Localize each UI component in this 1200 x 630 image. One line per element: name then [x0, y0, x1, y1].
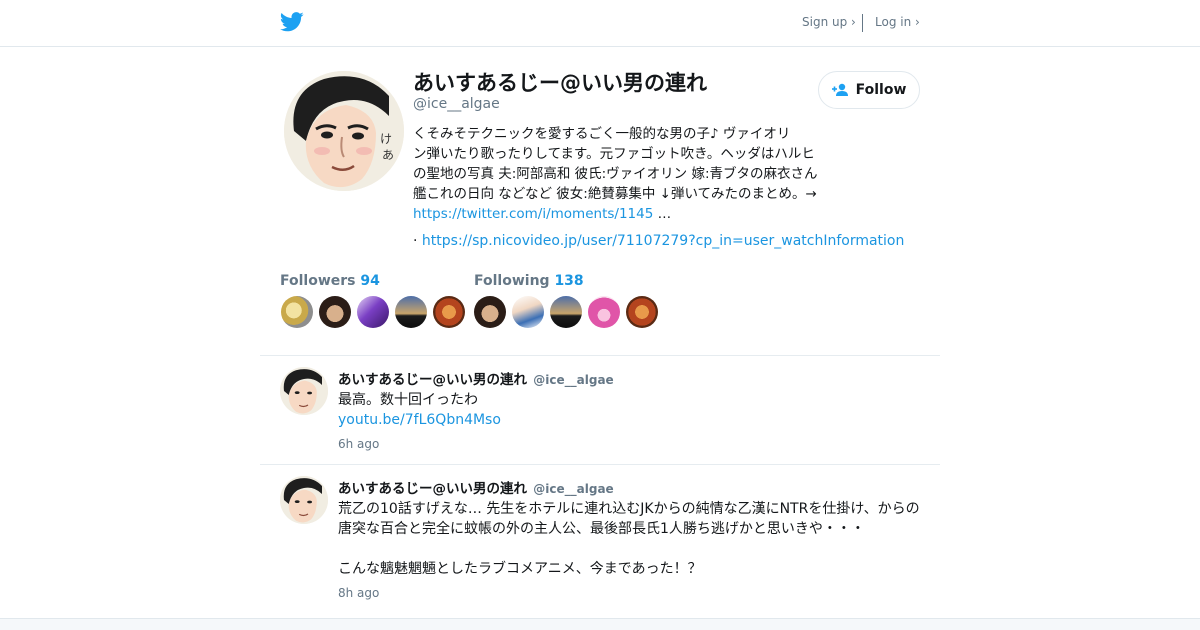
- tweet-timestamp[interactable]: 6h ago: [338, 437, 379, 451]
- bio-line: くそみそテクニックを愛するごく一般的な男の子♪ ヴァイオリ: [413, 126, 791, 142]
- profile-avatar[interactable]: け あ: [284, 71, 404, 191]
- add-user-icon: [831, 83, 848, 96]
- follower-avatar[interactable]: [433, 296, 465, 328]
- profile-url-bullet: ·: [413, 233, 422, 249]
- signup-link[interactable]: Sign up ›: [802, 15, 856, 29]
- profile-screen-name: @ice__algae: [413, 96, 500, 112]
- tweet-text: 最高。数十回イったわ youtu.be/7fL6Qbn4Mso: [338, 390, 928, 430]
- top-bar: Sign up › Log in ›: [0, 0, 1200, 47]
- tweet-author-handle[interactable]: @ice__algae: [533, 482, 613, 496]
- bio-line: 艦これの日向 などなど 彼女:絶賛募集中 ↓弾いてみたのまとめ。→: [413, 186, 817, 202]
- followers-label: Followers: [280, 273, 356, 289]
- following-avatar[interactable]: [474, 296, 506, 328]
- svg-text:あ: あ: [382, 148, 394, 162]
- follower-avatar[interactable]: [395, 296, 427, 328]
- following-number: 138: [554, 273, 584, 289]
- follower-avatar[interactable]: [281, 296, 313, 328]
- profile-url-link[interactable]: https://sp.nicovideo.jp/user/71107279?cp…: [422, 233, 904, 249]
- tweet-avatar[interactable]: [280, 476, 328, 524]
- tweet-link[interactable]: youtu.be/7fL6Qbn4Mso: [338, 410, 928, 430]
- following-avatar[interactable]: [512, 296, 544, 328]
- login-link[interactable]: Log in ›: [875, 15, 920, 29]
- following-avatar[interactable]: [588, 296, 620, 328]
- tweet-body: 最高。数十回イったわ: [338, 392, 478, 408]
- following-label: Following: [474, 273, 550, 289]
- profile-bio: くそみそテクニックを愛するごく一般的な男の子♪ ヴァイオリ ン弾いたり歌ったりし…: [413, 124, 843, 224]
- header-separator: [862, 14, 863, 32]
- tweet-header: あいすあるじー@いい男の連れ @ice__algae: [338, 477, 614, 497]
- followers-count[interactable]: Followers 94: [280, 273, 380, 289]
- tweet-divider: [260, 355, 940, 356]
- tweet-author-name[interactable]: あいすあるじー@いい男の連れ: [338, 481, 527, 497]
- bottom-bar: [0, 618, 1200, 630]
- tweet-body-line: 唐突な百合と完全に蚊帳の外の主人公、最後部長氏1人勝ち逃げかと思いきや・・・: [338, 521, 865, 537]
- tweet-author-name[interactable]: あいすあるじー@いい男の連れ: [338, 372, 527, 388]
- tweet-avatar[interactable]: [280, 367, 328, 415]
- follower-avatar[interactable]: [319, 296, 351, 328]
- profile-url-row: · https://sp.nicovideo.jp/user/71107279?…: [413, 233, 904, 249]
- follow-button-label: Follow: [855, 82, 907, 98]
- following-avatars: [474, 296, 658, 328]
- tweet-author-handle[interactable]: @ice__algae: [533, 373, 613, 387]
- following-avatar[interactable]: [626, 296, 658, 328]
- svg-text:け: け: [380, 132, 392, 146]
- tweet-header: あいすあるじー@いい男の連れ @ice__algae: [338, 368, 614, 388]
- follow-button[interactable]: Follow: [818, 71, 920, 109]
- tweet-timestamp[interactable]: 8h ago: [338, 586, 379, 600]
- followers-avatars: [281, 296, 465, 328]
- bio-moments-link[interactable]: https://twitter.com/i/moments/1145: [413, 206, 653, 222]
- followers-number: 94: [360, 273, 380, 289]
- twitter-bird-icon[interactable]: [280, 11, 304, 33]
- tweet-text: 荒乙の10話すげえな… 先生をホテルに連れ込むJKからの純情な乙漢にNTRを仕掛…: [338, 499, 928, 579]
- bio-line: の聖地の写真 夫:阿部高和 彼氏:ヴァイオリン 嫁:青ブタの麻衣さん: [413, 166, 818, 182]
- following-avatar[interactable]: [550, 296, 582, 328]
- following-count[interactable]: Following 138: [474, 273, 584, 289]
- tweet-divider: [260, 464, 940, 465]
- tweet-body-line: 荒乙の10話すげえな… 先生をホテルに連れ込むJKからの純情な乙漢にNTRを仕掛…: [338, 501, 920, 517]
- follower-avatar[interactable]: [357, 296, 389, 328]
- tweet-body-line: こんな魑魅魍魎としたラブコメアニメ、今まであった！？: [338, 561, 702, 577]
- bio-line: ン弾いたり歌ったりしてます。元ファゴット吹き。ヘッダはハルヒ: [413, 146, 815, 162]
- profile-display-name: あいすあるじー@いい男の連れ: [413, 71, 707, 95]
- bio-ellipsis: …: [653, 206, 672, 222]
